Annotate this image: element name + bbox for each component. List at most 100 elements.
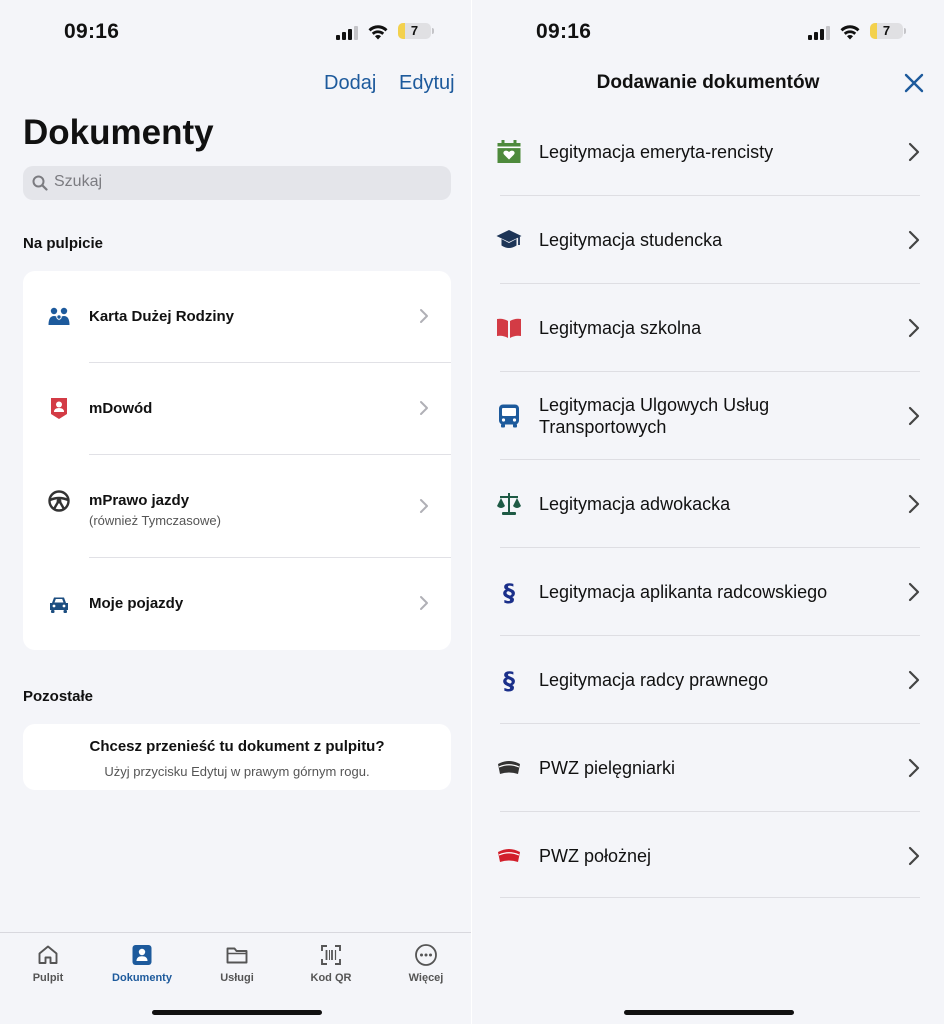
document-option-label: PWZ położnej [539,846,652,866]
document-label: Moje pojazdy [89,595,184,612]
document-label: mDowód [89,400,153,417]
tab-label: Pulpit [32,972,64,984]
document-option-label: Legitymacja studencka [539,230,723,250]
chevron-right-icon [908,494,920,514]
chevron-right-icon [908,406,920,426]
edit-button[interactable]: Edytuj [399,72,455,95]
battery-icon: 7 [870,23,903,39]
chevron-right-icon [420,499,428,513]
svg-text:§: § [503,667,515,693]
tab-label: Kod QR [310,972,352,984]
document-row-family-card[interactable]: Karta Dużej Rodziny [23,271,451,362]
document-option-school[interactable]: Legitymacja szkolna [472,284,944,372]
graduation-cap-icon [496,230,522,248]
document-sublabel: (również Tymczasowe) [89,513,221,528]
tab-dokumenty[interactable]: Dokumenty [102,943,182,984]
status-time: 09:16 [536,20,592,43]
chevron-right-icon [908,846,920,866]
home-indicator[interactable] [624,1010,794,1015]
document-row-driving-licence[interactable]: mPrawo jazdy (również Tymczasowe) [23,455,451,557]
search-input[interactable]: Szukaj [23,166,451,200]
tab-wiecej[interactable]: Więcej [386,943,466,984]
tab-label: Więcej [408,972,444,984]
cellular-signal-icon [808,26,830,40]
info-card: Chcesz przenieść tu dokument z pulpitu? … [23,724,451,790]
wifi-icon [368,25,388,40]
add-document-sheet: 09:16 7 Dodawanie dokumentów Legitymacja… [472,0,944,1024]
document-option-advocate[interactable]: Legitymacja adwokacka [472,460,944,548]
status-bar: 09:16 7 [0,18,472,46]
paragraph-icon: § [503,579,515,605]
document-option-label: Legitymacja radcy prawnego [539,670,769,690]
battery-icon: 7 [398,23,431,39]
desktop-documents-card: Karta Dużej Rodziny mDowód mPrawo jazdy … [23,271,451,650]
scales-icon [497,493,521,515]
document-option-label: Legitymacja aplikanta radcowskiego [539,582,828,602]
search-placeholder: Szukaj [54,173,103,190]
document-row-mdowod[interactable]: mDowód [23,363,451,454]
svg-text:§: § [503,579,515,605]
tab-label: Usługi [220,972,254,984]
document-label: mPrawo jazdy [89,492,190,509]
chevron-right-icon [908,230,920,250]
document-option-pensioner[interactable]: Legitymacja emeryta-rencisty [472,108,944,196]
close-icon[interactable] [904,73,924,93]
row-divider [500,897,920,898]
battery-level: 7 [882,23,891,38]
info-title: Chcesz przenieść tu dokument z pulpitu? [89,738,385,755]
calendar-heart-icon [497,140,521,163]
paragraph-icon: § [503,667,515,693]
steering-wheel-icon [48,490,70,512]
chevron-right-icon [908,758,920,778]
folder-icon [226,947,248,964]
bus-icon [499,404,519,428]
chevron-right-icon [908,582,920,602]
search-icon [32,175,48,191]
document-option-legal-counsel[interactable]: § Legitymacja radcy prawnego [472,636,944,724]
document-row-vehicles[interactable]: Moje pojazdy [23,558,451,650]
tab-kod-qr[interactable]: Kod QR [291,943,371,984]
cellular-signal-icon [336,26,358,40]
tab-label: Dokumenty [112,972,172,984]
document-option-label: Legitymacja emeryta-rencisty [539,142,774,162]
document-option-label: Legitymacja adwokacka [539,494,731,514]
wifi-icon [840,25,860,40]
status-time: 09:16 [64,20,120,43]
tab-bar: Pulpit Dokumenty Usługi Kod QR Więcej [0,932,472,1024]
chevron-right-icon [908,142,920,162]
chevron-right-icon [420,309,428,323]
add-button[interactable]: Dodaj [324,72,376,95]
documents-screen: 09:16 7 Dodaj Edytuj Dokumenty Szukaj Na… [0,0,472,1024]
status-bar: 09:16 7 [472,18,944,46]
info-subtitle: Użyj przycisku Edytuj w prawym górnym ro… [104,764,370,779]
family-icon [48,307,70,325]
sheet-title: Dodawanie dokumentów [596,72,820,93]
qr-scan-icon [321,945,341,965]
book-icon [497,318,521,338]
tab-uslugi[interactable]: Usługi [197,943,277,984]
page-title: Dokumenty [23,113,214,152]
chevron-right-icon [420,596,428,610]
chevron-right-icon [420,401,428,415]
document-option-legal-trainee[interactable]: § Legitymacja aplikanta radcowskiego [472,548,944,636]
battery-level: 7 [410,23,419,38]
desktop-section-title: Na pulpicie [23,235,104,252]
document-label: Karta Dużej Rodziny [89,308,235,325]
home-indicator[interactable] [152,1010,322,1015]
nurse-cap-icon [498,849,520,862]
chevron-right-icon [908,670,920,690]
other-section-title: Pozostałe [23,688,94,705]
document-option-transport[interactable]: Legitymacja Ulgowych Usług Transportowyc… [472,372,944,460]
document-option-student[interactable]: Legitymacja studencka [472,196,944,284]
tab-pulpit[interactable]: Pulpit [8,943,88,984]
document-option-nurse[interactable]: PWZ pielęgniarki [472,724,944,812]
document-option-label: Legitymacja Ulgowych Usług Transportowyc… [539,395,770,437]
car-icon [50,597,68,613]
home-icon [38,945,58,964]
more-icon [415,944,437,966]
nurse-cap-icon [498,761,520,774]
document-option-midwife[interactable]: PWZ położnej [472,812,944,900]
document-person-icon [132,945,152,965]
document-option-label: Legitymacja szkolna [539,318,702,338]
id-card-icon [51,398,67,419]
